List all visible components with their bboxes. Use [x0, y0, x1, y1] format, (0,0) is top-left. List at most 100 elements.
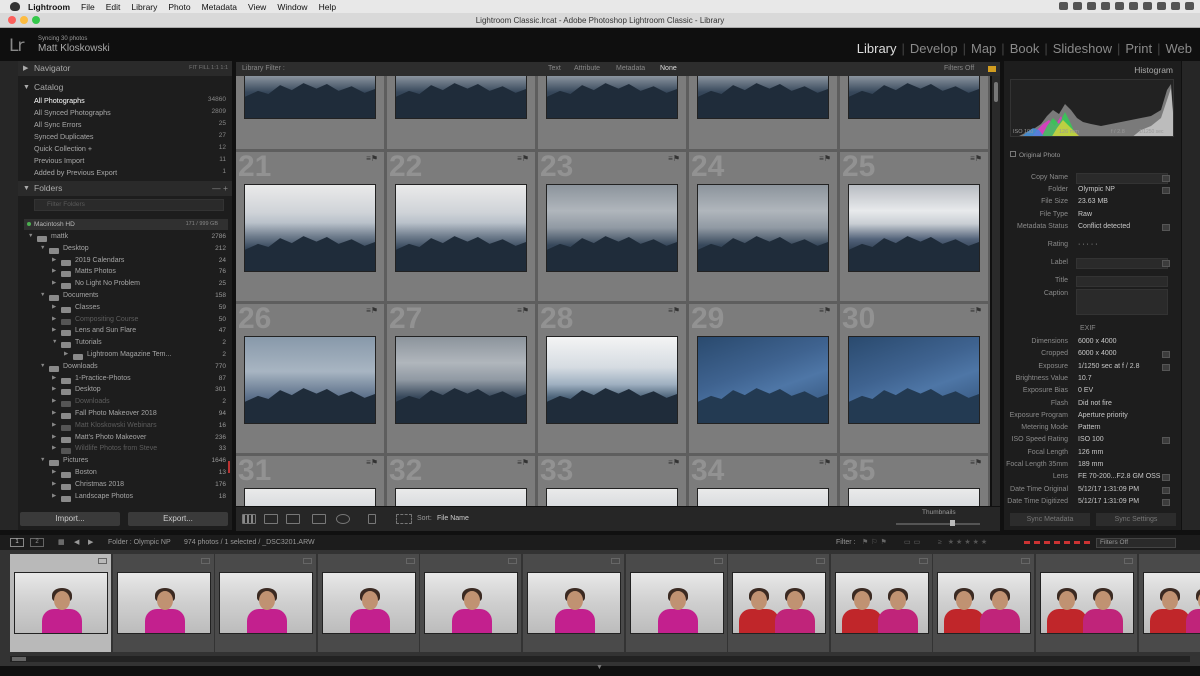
- cell-badge-icon[interactable]: ≡⚑: [668, 306, 680, 315]
- add-folder-icon[interactable]: — +: [212, 181, 228, 196]
- metadata-row[interactable]: Caption: [1004, 289, 1176, 315]
- module-slideshow[interactable]: Slideshow: [1053, 41, 1112, 56]
- close-window-icon[interactable]: [8, 16, 16, 24]
- filter-attribute[interactable]: Attribute: [574, 62, 600, 76]
- collapse-triangle-icon[interactable]: ▶: [52, 257, 56, 263]
- sync-metadata-button[interactable]: Sync Metadata: [1010, 513, 1090, 526]
- cell-badge-icon[interactable]: ≡⚑: [517, 306, 529, 315]
- filter-text[interactable]: Text: [548, 62, 561, 76]
- catalog-item[interactable]: All Sync Errors 25: [34, 120, 226, 132]
- cell-badge-icon[interactable]: ≡⚑: [668, 458, 680, 467]
- cursor-icon[interactable]: [1059, 2, 1068, 10]
- thumbnail[interactable]: [848, 488, 980, 506]
- navigator-zoom-options[interactable]: FIT FILL 1:1 1:1: [189, 61, 228, 76]
- collapse-triangle-icon[interactable]: ▶: [52, 375, 56, 381]
- grid-cell[interactable]: 26 ≡⚑: [236, 302, 386, 455]
- thumbnail[interactable]: [395, 76, 527, 119]
- menu-photo[interactable]: Photo: [168, 2, 190, 12]
- filmstrip-cell[interactable]: [728, 554, 830, 652]
- cell-badge-icon[interactable]: ≡⚑: [819, 154, 831, 163]
- volume-row[interactable]: Macintosh HD 171 / 999 GB: [24, 219, 228, 230]
- sync-status[interactable]: Syncing 30 photos: [38, 36, 87, 42]
- main-window-button[interactable]: 1: [10, 538, 24, 547]
- edit-filter-icons[interactable]: ▭▭: [904, 535, 923, 550]
- histogram-title[interactable]: Histogram: [1134, 65, 1173, 75]
- filmstrip-thumbnail[interactable]: [527, 572, 621, 634]
- spray-can-icon[interactable]: [368, 514, 376, 524]
- volume-icon[interactable]: [1143, 2, 1152, 10]
- zoom-window-icon[interactable]: [32, 16, 40, 24]
- survey-view-icon[interactable]: [312, 514, 326, 524]
- people-view-icon[interactable]: [336, 514, 350, 524]
- display-icon[interactable]: [1087, 2, 1096, 10]
- collapse-triangle-icon[interactable]: ▶: [52, 304, 56, 310]
- grid-scrollbar[interactable]: [992, 76, 1000, 506]
- grid-cell[interactable]: 25 ≡⚑: [840, 150, 990, 303]
- thumbnail[interactable]: [546, 184, 678, 272]
- metadata-action-icon[interactable]: [1162, 224, 1170, 231]
- sort-select[interactable]: File Name: [437, 515, 469, 522]
- exif-action-icon[interactable]: [1162, 486, 1170, 494]
- menu-metadata[interactable]: Metadata: [202, 2, 237, 12]
- metadata-field[interactable]: [1076, 258, 1168, 269]
- thumbnail[interactable]: [697, 488, 829, 506]
- module-print[interactable]: Print: [1125, 41, 1152, 56]
- import-button[interactable]: Import...: [20, 512, 120, 526]
- filmstrip-badge-icon[interactable]: [713, 558, 723, 564]
- filmstrip-badge-icon[interactable]: [200, 558, 210, 564]
- scrollbar-thumb[interactable]: [12, 657, 26, 661]
- cell-badge-icon[interactable]: ≡⚑: [970, 306, 982, 315]
- filter-lock-icon[interactable]: [988, 66, 996, 72]
- grid-cell[interactable]: 24 ≡⚑: [689, 150, 839, 303]
- rating-filter-stars[interactable]: ≥ ★★★★★: [938, 535, 989, 550]
- menu-view[interactable]: View: [248, 2, 266, 12]
- thumbnail[interactable]: [697, 184, 829, 272]
- thumbnail[interactable]: [848, 76, 980, 119]
- thumbnail-size-slider[interactable]: [896, 523, 980, 525]
- exif-action-icon[interactable]: [1162, 498, 1170, 506]
- collapse-triangle-icon[interactable]: ▶: [52, 398, 56, 404]
- metadata-field[interactable]: [1076, 173, 1168, 184]
- folder-scrollbar[interactable]: [228, 461, 230, 473]
- thumbnail[interactable]: [395, 336, 527, 424]
- folder-row[interactable]: ▶ 2019 Calendars 24: [18, 257, 226, 269]
- filmstrip-thumbnail[interactable]: [937, 572, 1032, 634]
- menu-file[interactable]: File: [81, 2, 95, 12]
- thumbnail[interactable]: [395, 488, 527, 506]
- collapse-triangle-icon[interactable]: ▶: [52, 493, 56, 499]
- filmstrip-thumbnail[interactable]: [424, 572, 519, 634]
- filmstrip-thumbnail[interactable]: [1142, 572, 1200, 634]
- thumbnail[interactable]: [546, 76, 678, 119]
- filmstrip-badge-icon[interactable]: [918, 558, 928, 564]
- folder-row[interactable]: ▶ Lens and Sun Flare 47: [18, 327, 226, 339]
- dropbox-icon[interactable]: [1073, 2, 1082, 10]
- menu-window[interactable]: Window: [277, 2, 307, 12]
- filmstrip-badge-icon[interactable]: [816, 558, 826, 564]
- module-web[interactable]: Web: [1166, 41, 1193, 56]
- menu-library[interactable]: Library: [131, 2, 157, 12]
- metadata-row[interactable]: Rating · · · · ·: [1004, 241, 1176, 253]
- collapse-triangle-icon[interactable]: ▶: [64, 351, 68, 357]
- right-panel-edge[interactable]: [1182, 61, 1200, 530]
- module-book[interactable]: Book: [1010, 41, 1040, 56]
- search-icon[interactable]: [1171, 2, 1180, 10]
- metadata-row[interactable]: Folder Olympic NP: [1004, 186, 1176, 198]
- filmstrip-cell[interactable]: [10, 554, 111, 652]
- navigator-header[interactable]: ▶ Navigator FIT FILL 1:1 1:1: [18, 61, 232, 76]
- folder-row[interactable]: ▼ Pictures 1646: [18, 457, 226, 469]
- collapse-triangle-icon[interactable]: ▶: [52, 410, 56, 416]
- original-photo-checkbox[interactable]: Original Photo: [1010, 151, 1060, 159]
- metadata-row[interactable]: File Type Raw: [1004, 211, 1176, 223]
- thumbnail[interactable]: [244, 76, 376, 119]
- expand-triangle-icon[interactable]: ▼: [40, 245, 45, 251]
- catalog-item[interactable]: Previous Import 11: [34, 156, 226, 168]
- sort-direction-icon[interactable]: [396, 514, 412, 524]
- grid-view-icon[interactable]: [242, 514, 256, 524]
- catalog-item[interactable]: Added by Previous Export 1: [34, 168, 226, 180]
- thumbnail[interactable]: [697, 76, 829, 119]
- catalog-item[interactable]: All Photographs 34860: [34, 96, 226, 108]
- cell-badge-icon[interactable]: ≡⚑: [366, 306, 378, 315]
- cell-badge-icon[interactable]: ≡⚑: [668, 154, 680, 163]
- collapse-triangle-icon[interactable]: ▶: [52, 445, 56, 451]
- filmstrip-cell[interactable]: [933, 554, 1035, 652]
